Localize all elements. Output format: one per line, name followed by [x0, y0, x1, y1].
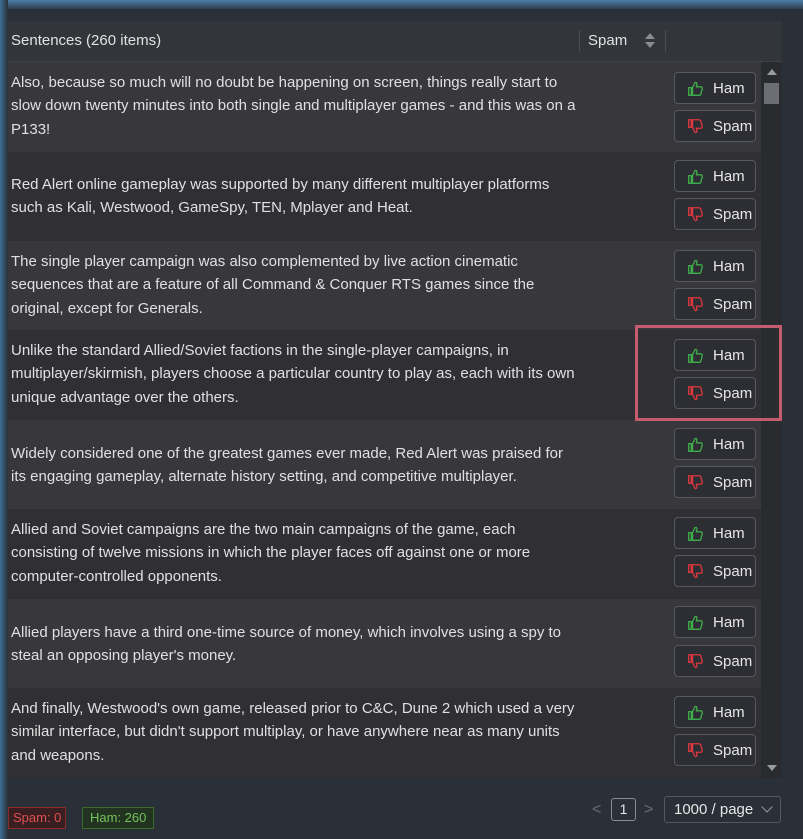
thumbs-up-icon [688, 615, 703, 630]
ham-button[interactable]: Ham [674, 517, 756, 549]
ham-button[interactable]: Ham [674, 160, 756, 192]
ham-count-badge: Ham: 260 [82, 807, 155, 829]
thumbs-down-icon [688, 118, 703, 133]
spam-button-label: Spam [713, 295, 753, 313]
table-row: Allied and Soviet campaigns are the two … [8, 509, 761, 599]
sentence-text: Widely considered one of the greatest ga… [11, 445, 563, 486]
window-left-border [0, 0, 8, 839]
spam-button[interactable]: Spam [674, 198, 756, 230]
thumbs-up-icon [688, 259, 703, 274]
table-row: The single player campaign was also comp… [8, 241, 761, 330]
ham-button-label: Ham [713, 613, 745, 631]
window-top-border [0, 0, 803, 9]
thumbs-up-icon [688, 81, 703, 96]
page-size-value: 1000 / page [674, 801, 754, 818]
thumbs-up-icon [688, 526, 703, 541]
thumbs-up-icon [688, 437, 703, 452]
sentence-text: Red Alert online gameplay was supported … [11, 176, 550, 217]
highlight-box [635, 325, 782, 421]
scroll-up-arrow-icon[interactable] [767, 69, 777, 75]
table-row: Red Alert online gameplay was supported … [8, 152, 761, 241]
thumbs-down-icon [688, 206, 703, 221]
ham-button[interactable]: Ham [674, 72, 756, 104]
ham-button-label: Ham [713, 524, 745, 542]
sentence-text: Unlike the standard Allied/Soviet factio… [11, 342, 575, 406]
spam-button-label: Spam [713, 473, 753, 491]
column-header-spam[interactable]: Spam [588, 32, 627, 49]
thumbs-up-icon [688, 169, 703, 184]
thumbs-down-icon [688, 742, 703, 757]
ham-button-label: Ham [713, 257, 745, 275]
column-header-sentences: Sentences (260 items) [11, 32, 162, 49]
spam-button[interactable]: Spam [674, 466, 756, 498]
thumbs-down-icon [688, 653, 703, 668]
thumbs-down-icon [688, 474, 703, 489]
sentence-text: The single player campaign was also comp… [11, 253, 535, 317]
sentence-text: Allied players have a third one-time sou… [11, 624, 561, 665]
ham-button[interactable]: Ham [674, 428, 756, 460]
spam-button[interactable]: Spam [674, 645, 756, 677]
sentence-text: Allied and Soviet campaigns are the two … [11, 521, 531, 585]
scroll-thumb[interactable] [764, 83, 779, 104]
chevron-down-icon [761, 801, 773, 813]
pagination-page-1[interactable]: 1 [611, 798, 636, 821]
table-row: Also, because so much will no doubt be h… [8, 62, 761, 152]
thumbs-down-icon [688, 296, 703, 311]
spam-button[interactable]: Spam [674, 288, 756, 320]
spam-button-label: Spam [713, 741, 753, 759]
thumbs-up-icon [688, 705, 703, 720]
ham-button-label: Ham [713, 167, 745, 185]
spam-button-label: Spam [713, 205, 753, 223]
spam-button[interactable]: Spam [674, 734, 756, 766]
scroll-down-arrow-icon[interactable] [767, 765, 777, 771]
pagination-prev-button[interactable]: < [592, 801, 601, 819]
ham-button[interactable]: Ham [674, 606, 756, 638]
spam-count-badge: Spam: 0 [8, 807, 67, 829]
sentence-text: Also, because so much will no doubt be h… [11, 74, 576, 138]
table-row: Widely considered one of the greatest ga… [8, 420, 761, 509]
spam-button[interactable]: Spam [674, 555, 756, 587]
sentence-text: And finally, Westwood's own game, releas… [11, 700, 575, 764]
pagination-next-button[interactable]: > [644, 801, 653, 819]
column-divider [579, 30, 580, 52]
table-row: Allied players have a third one-time sou… [8, 599, 761, 688]
table-header: Sentences (260 items) Spam [8, 21, 782, 62]
spam-button-label: Spam [713, 652, 753, 670]
ham-button[interactable]: Ham [674, 250, 756, 282]
ham-button-label: Ham [713, 79, 745, 97]
thumbs-down-icon [688, 563, 703, 578]
column-divider [665, 30, 666, 52]
spam-button-label: Spam [713, 562, 753, 580]
spam-button-label: Spam [713, 117, 753, 135]
spam-button[interactable]: Spam [674, 110, 756, 142]
ham-button-label: Ham [713, 703, 745, 721]
table-row: And finally, Westwood's own game, releas… [8, 688, 761, 778]
ham-button[interactable]: Ham [674, 696, 756, 728]
ham-button-label: Ham [713, 435, 745, 453]
sort-icon[interactable] [645, 33, 655, 51]
page-size-select[interactable]: 1000 / page [664, 796, 781, 823]
